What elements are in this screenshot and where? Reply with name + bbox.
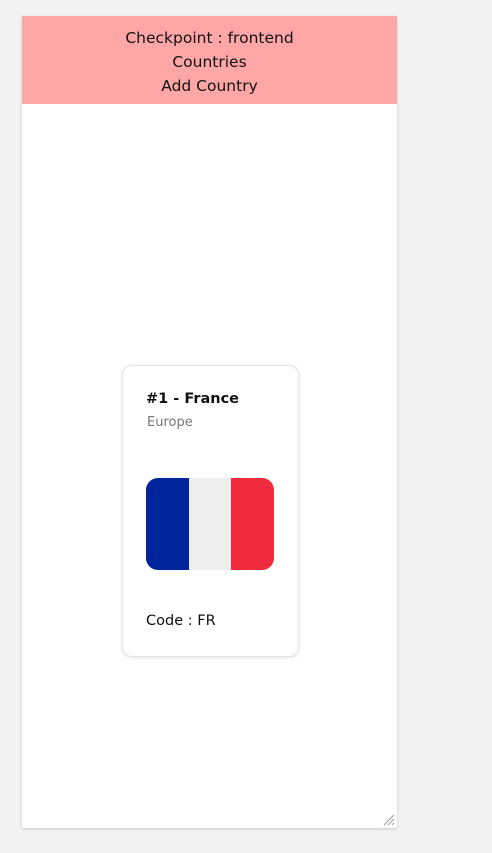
flag-stripe-blue [146, 478, 189, 570]
country-code: Code : FR [146, 613, 216, 629]
app-viewport: Checkpoint : frontend Countries Add Coun… [22, 16, 397, 828]
country-flag [146, 478, 274, 570]
country-card[interactable]: #1 - France Europe Code : FR [122, 365, 299, 657]
app-header: Checkpoint : frontend Countries Add Coun… [22, 16, 397, 104]
nav-link-add-country[interactable]: Add Country [22, 76, 397, 96]
flag-stripe-red [231, 478, 274, 570]
country-region: Europe [147, 415, 193, 430]
flag-stripe-white [188, 478, 232, 570]
resize-grip-icon[interactable] [383, 814, 395, 826]
nav-link-countries[interactable]: Countries [22, 52, 397, 72]
app-title: Checkpoint : frontend [125, 29, 294, 47]
country-card-title: #1 - France [146, 391, 240, 407]
